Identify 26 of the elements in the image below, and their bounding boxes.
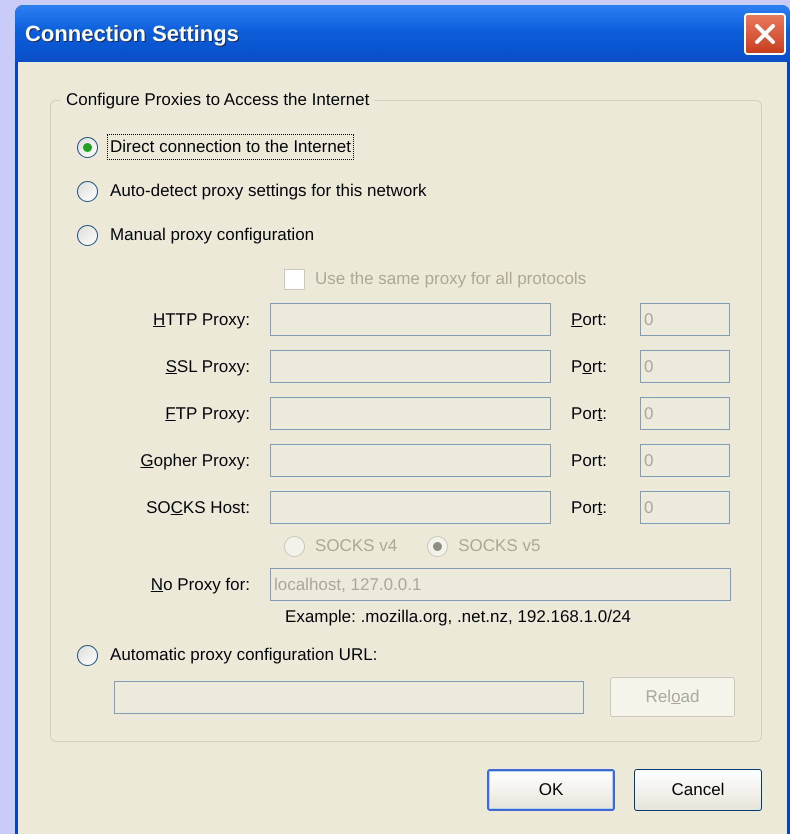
field-label: No Proxy for:: [150, 574, 250, 596]
checkbox-label: Use the same proxy for all protocols: [315, 268, 586, 290]
dialog-button[interactable]: OK: [487, 769, 615, 811]
radio-label[interactable]: Direct connection to the Internet: [108, 135, 353, 159]
radio-button[interactable]: [77, 224, 98, 246]
dialog-button[interactable]: Cancel: [634, 769, 762, 811]
radio-label[interactable]: Auto-detect proxy settings for this network: [108, 179, 429, 203]
field-label: Port:: [571, 402, 608, 424]
field-label: Gopher Proxy:: [139, 450, 250, 472]
hint-text: Example: .mozilla.org, .net.nz, 192.168.1.0/24: [284, 606, 632, 628]
radio-label[interactable]: Manual proxy configuration: [108, 223, 316, 247]
radio-button[interactable]: [77, 136, 98, 158]
window-title: Connection Settings: [25, 20, 239, 48]
field-label: SSL Proxy:: [164, 356, 250, 378]
field-label: Port:: [571, 450, 608, 472]
radio-label[interactable]: Automatic proxy configuration URL:: [108, 643, 380, 667]
field-label: FTP Proxy:: [164, 402, 250, 424]
radio-button[interactable]: [77, 180, 98, 202]
field-label: Port:: [571, 496, 608, 518]
field-label: Port:: [571, 308, 608, 330]
radio-button[interactable]: [77, 644, 98, 666]
field-label: HTTP Proxy:: [152, 308, 250, 330]
close-icon: [753, 22, 777, 46]
field-label: Port:: [571, 356, 608, 378]
field-label: SOCKS Host:: [145, 496, 250, 518]
close-button[interactable]: [744, 12, 786, 54]
